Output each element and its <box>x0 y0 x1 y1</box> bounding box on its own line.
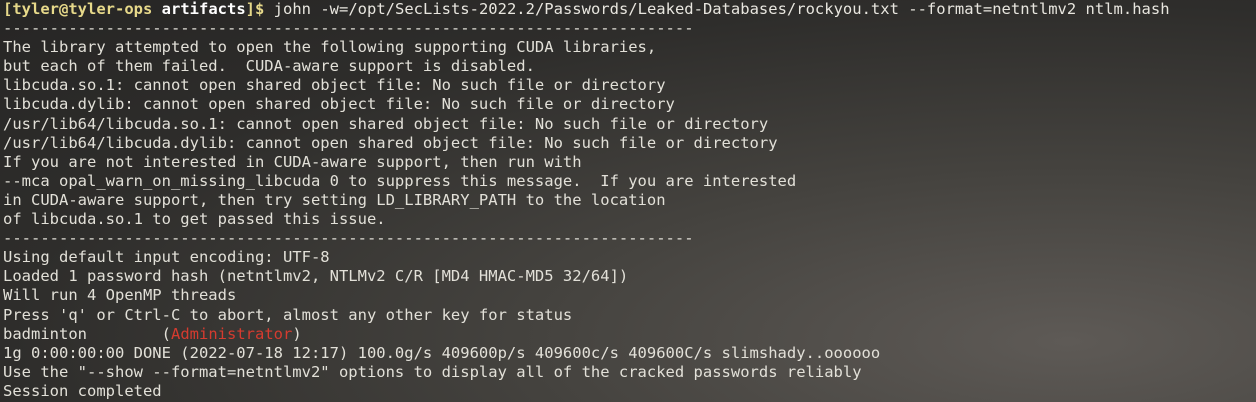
output-line: in CUDA-aware support, then try setting … <box>3 190 666 209</box>
terminal-window[interactable]: [tyler@tyler-ops artifacts]$ john -w=/op… <box>3 0 1256 402</box>
output-line: If you are not interested in CUDA-aware … <box>3 152 582 171</box>
command-text: john -w=/opt/SecLists-2022.2/Passwords/L… <box>264 0 1170 18</box>
paren-close: ) <box>292 324 302 343</box>
output-line: Loaded 1 password hash (netntlmv2, NTLMv… <box>3 267 629 286</box>
separator-line: ----------------------------------------… <box>3 229 694 248</box>
cracked-username: Administrator <box>171 324 293 343</box>
output-line: /usr/lib64/libcuda.dylib: cannot open sh… <box>3 133 778 152</box>
output-line: libcuda.dylib: cannot open shared object… <box>3 95 675 114</box>
output-line: Press 'q' or Ctrl-C to abort, almost any… <box>3 305 573 324</box>
output-line: Will run 4 OpenMP threads <box>3 286 237 305</box>
cracked-spacer <box>87 325 162 343</box>
cracked-password-line: badminton (Administrator) <box>3 325 1256 344</box>
output-line: but each of them failed. CUDA-aware supp… <box>3 57 535 76</box>
prompt-bracket-close: ]$ <box>245 0 265 18</box>
output-line: libcuda.so.1: cannot open shared object … <box>3 76 666 95</box>
output-line: Using default input encoding: UTF-8 <box>3 248 330 267</box>
cracked-password: badminton <box>3 324 87 343</box>
output-line: The library attempted to open the follow… <box>3 38 657 57</box>
output-line: --mca opal_warn_on_missing_libcuda 0 to … <box>3 171 797 190</box>
separator-line: ----------------------------------------… <box>3 19 694 38</box>
paren-open: ( <box>161 324 171 343</box>
output-line: 1g 0:00:00:00 DONE (2022-07-18 12:17) 10… <box>3 343 881 362</box>
output-line: Use the "--show --format=netntlmv2" opti… <box>3 362 862 381</box>
output-line: Session completed <box>3 381 162 400</box>
prompt-bracket-open: [ <box>3 0 13 18</box>
command-prompt-line: [tyler@tyler-ops artifacts]$ john -w=/op… <box>3 0 1256 19</box>
prompt-user-host: tyler@tyler-ops <box>12 0 153 18</box>
output-line: /usr/lib64/libcuda.so.1: cannot open sha… <box>3 114 769 133</box>
prompt-directory: artifacts <box>161 0 246 18</box>
output-line: of libcuda.so.1 to get passed this issue… <box>3 210 386 229</box>
